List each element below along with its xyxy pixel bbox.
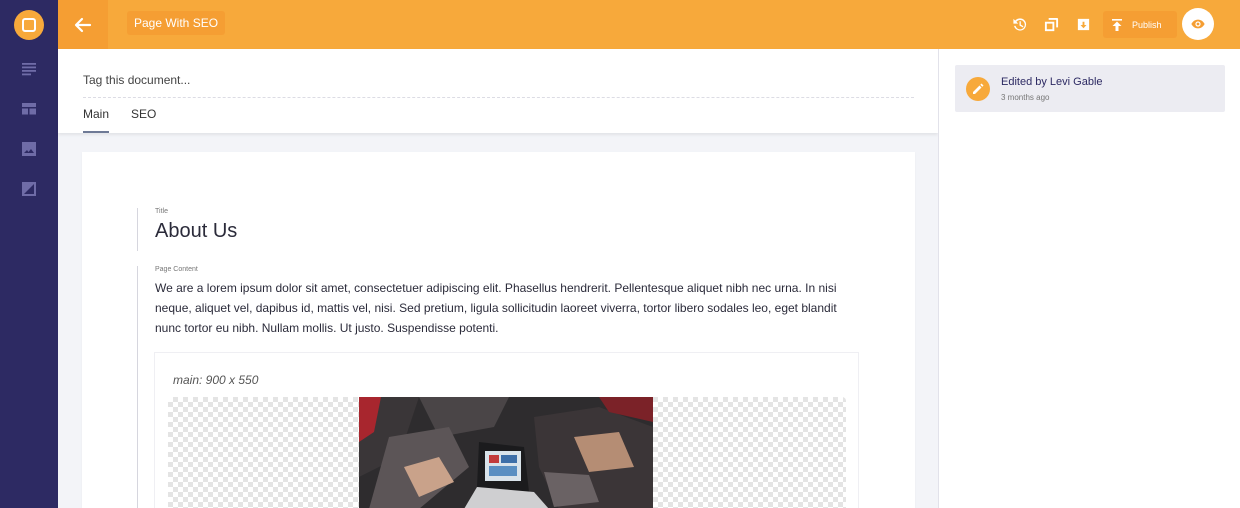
duplicate-icon[interactable] (1043, 16, 1059, 32)
preview-button[interactable] (1182, 8, 1214, 40)
app-logo[interactable] (14, 10, 44, 40)
image-caption: main: 900 x 550 (173, 373, 259, 387)
document-title[interactable]: Page With SEO (127, 11, 226, 35)
history-icon[interactable] (1011, 16, 1027, 32)
avatar (966, 77, 990, 101)
title-field[interactable]: Title About Us (137, 208, 237, 251)
history-item[interactable]: Edited by Levi Gable 3 months ago (955, 65, 1225, 112)
tab-seo[interactable]: SEO (131, 107, 156, 133)
image-field[interactable]: main: 900 x 550 (154, 352, 859, 508)
image-preview-background (168, 397, 846, 508)
editor-header: Main SEO (58, 49, 938, 133)
title-label: Title (155, 208, 168, 215)
eye-icon (1191, 19, 1205, 29)
history-timestamp: 3 months ago (1001, 93, 1050, 102)
content-value[interactable]: We are a lorem ipsum dolor sit amet, con… (155, 278, 855, 338)
pencil-icon (973, 83, 984, 94)
publish-button[interactable]: Publish (1103, 11, 1177, 38)
title-value[interactable]: About Us (155, 220, 237, 243)
publish-label: Publish (1132, 19, 1162, 30)
main-image[interactable] (359, 397, 653, 508)
top-bar: Page With SEO Publish (58, 0, 1240, 49)
arrow-left-icon (74, 17, 92, 32)
adjust-icon[interactable] (20, 180, 38, 198)
content-label: Page Content (155, 266, 198, 273)
image-icon[interactable] (20, 140, 38, 158)
document-list-icon[interactable] (20, 60, 38, 78)
tab-main[interactable]: Main (83, 107, 110, 133)
upload-icon (1112, 18, 1122, 31)
back-button[interactable] (58, 0, 108, 49)
history-author: Edited by Levi Gable (1001, 76, 1103, 88)
history-panel: Edited by Levi Gable 3 months ago (938, 49, 1240, 508)
layout-icon[interactable] (20, 100, 38, 118)
tag-input[interactable] (83, 63, 914, 98)
archive-icon[interactable] (1075, 16, 1091, 32)
left-sidebar (0, 0, 58, 508)
